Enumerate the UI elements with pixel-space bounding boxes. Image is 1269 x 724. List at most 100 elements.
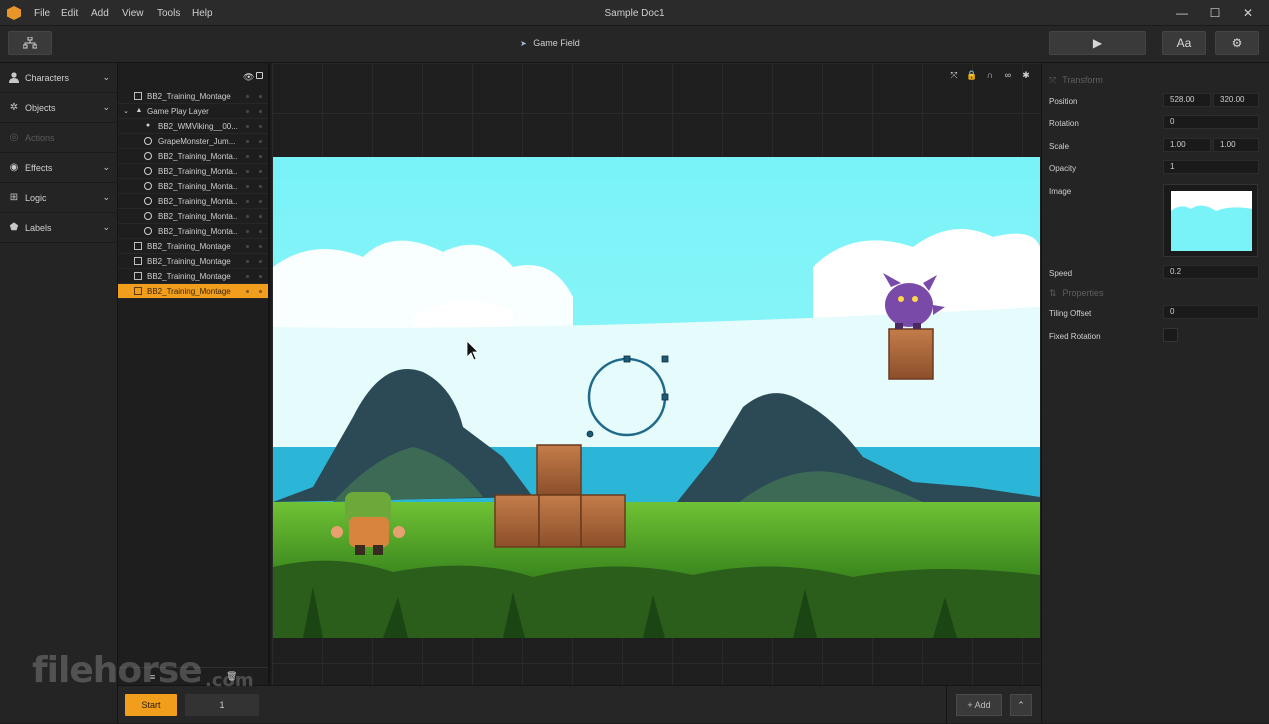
visibility-dot[interactable]	[246, 155, 249, 158]
visibility-dot[interactable]	[246, 245, 249, 248]
lock-dot[interactable]	[259, 200, 262, 203]
layer-row[interactable]: GrapeMonster_Jum...	[118, 134, 268, 149]
image-preview[interactable]	[1163, 184, 1258, 257]
logic-icon: ⊞	[9, 192, 19, 203]
title-bar: File Edit Add View Tools Help Sample Doc…	[0, 0, 1269, 26]
layer-row[interactable]: ● BB2_WMViking__00...	[118, 119, 268, 134]
rotation-field[interactable]: 0	[1163, 115, 1259, 129]
layer-row[interactable]: BB2_Training_Montage...	[118, 269, 268, 284]
lock-dot[interactable]	[259, 230, 262, 233]
tiling-offset-label: Tiling Offset	[1049, 309, 1092, 318]
visibility-dot[interactable]	[246, 275, 249, 278]
category-label: Labels	[25, 223, 52, 233]
visibility-dot[interactable]	[246, 110, 249, 113]
properties-section-header[interactable]: ⇅ Properties	[1049, 288, 1104, 299]
visibility-dot[interactable]	[246, 170, 249, 173]
opacity-field[interactable]: 1	[1163, 160, 1259, 174]
visibility-dot[interactable]	[246, 185, 249, 188]
bug-icon[interactable]: ✱	[1020, 69, 1032, 81]
link-icon[interactable]: ∞	[1002, 69, 1014, 81]
layer-row[interactable]: BB2_Training_Monta...	[118, 224, 268, 239]
fixed-rotation-checkbox[interactable]	[1163, 328, 1178, 342]
magnet-icon[interactable]: ∩	[984, 69, 996, 81]
layer-row-group[interactable]: ⌄ ▲ Game Play Layer	[118, 104, 268, 119]
lock-dot[interactable]	[259, 125, 262, 128]
layer-row[interactable]: BB2_Training_Monta...	[118, 149, 268, 164]
layer-row[interactable]: BB2_Training_Monta...	[118, 194, 268, 209]
settings-button[interactable]: ⚙	[1215, 31, 1259, 55]
tiling-offset-field[interactable]: 0	[1163, 305, 1259, 319]
category-logic[interactable]: ⊞ Logic ⌄	[0, 183, 118, 213]
game-field-view[interactable]	[273, 157, 1040, 638]
visibility-dot[interactable]	[246, 125, 249, 128]
layer-row[interactable]: BB2_Training_Monta...	[118, 209, 268, 224]
expand-up-button[interactable]: ⌃	[1010, 694, 1032, 716]
frame-field[interactable]: 1	[185, 694, 259, 716]
layer-row[interactable]: BB2_Training_Montage...	[118, 89, 268, 104]
scale-y-field[interactable]: 1.00	[1213, 138, 1259, 152]
lock-dot[interactable]	[259, 140, 262, 143]
position-x-field[interactable]: 528.00	[1163, 93, 1211, 107]
image-label: Image	[1049, 187, 1072, 196]
scene-canvas[interactable]: ⤧ 🔒 ∩ ∞ ✱	[272, 63, 1041, 685]
visibility-dot[interactable]	[246, 260, 249, 263]
text-button[interactable]: Aa	[1162, 31, 1206, 55]
maximize-button[interactable]: ☐	[1205, 4, 1225, 22]
position-y-field[interactable]: 320.00	[1213, 93, 1259, 107]
close-button[interactable]: ✕	[1238, 4, 1258, 22]
layer-row-selected[interactable]: BB2_Training_Montage...	[118, 284, 268, 299]
lock-dot[interactable]	[259, 155, 262, 158]
layer-stack-icon: ▲	[135, 107, 143, 114]
timeline-bar: Start 1 + Add ⌃	[118, 685, 1041, 724]
hierarchy-button[interactable]	[8, 31, 52, 55]
layer-row[interactable]: BB2_Training_Monta...	[118, 179, 268, 194]
lock-icon[interactable]: 🔒	[966, 69, 978, 81]
object-icon	[144, 197, 152, 205]
lock-icon[interactable]	[256, 72, 263, 79]
visibility-dot[interactable]	[246, 215, 249, 218]
chevron-down-icon: ⌄	[102, 102, 110, 112]
add-button[interactable]: + Add	[956, 694, 1002, 716]
lock-dot[interactable]	[259, 170, 262, 173]
transform-icon: ⤧	[1049, 75, 1057, 85]
transform-section-header[interactable]: ⤧ Transform	[1049, 75, 1103, 86]
lock-dot[interactable]	[259, 185, 262, 188]
chevron-down-icon[interactable]: ⌄	[121, 107, 131, 116]
tag-icon: ⬟	[9, 222, 19, 233]
visibility-eye-icon[interactable]: 👁	[243, 72, 254, 83]
rotation-label: Rotation	[1049, 119, 1079, 128]
start-button[interactable]: Start	[125, 694, 177, 716]
play-button[interactable]: ▶	[1049, 31, 1146, 55]
visibility-dot[interactable]	[246, 200, 249, 203]
speed-field[interactable]: 0.2	[1163, 265, 1259, 279]
category-effects[interactable]: ◉ Effects ⌄	[0, 153, 118, 183]
speed-label: Speed	[1049, 269, 1073, 278]
layer-row[interactable]: BB2_Training_Montage...	[118, 254, 268, 269]
fit-icon[interactable]: ⤧	[948, 69, 960, 81]
object-icon	[144, 212, 152, 220]
chevron-down-icon: ⌄	[102, 222, 110, 232]
category-characters[interactable]: Characters ⌄	[0, 63, 118, 93]
scale-x-field[interactable]: 1.00	[1163, 138, 1211, 152]
object-icon	[144, 137, 152, 145]
lock-dot[interactable]	[259, 275, 262, 278]
image-icon	[134, 287, 142, 295]
image-icon	[134, 272, 142, 280]
document-title: Sample Doc1	[604, 8, 665, 19]
visibility-dot[interactable]	[246, 140, 249, 143]
layer-row[interactable]: BB2_Training_Montage...	[118, 239, 268, 254]
lock-dot[interactable]	[259, 245, 262, 248]
category-labels[interactable]: ⬟ Labels ⌄	[0, 213, 118, 243]
lock-dot[interactable]	[259, 260, 262, 263]
category-objects[interactable]: ✲ Objects ⌄	[0, 93, 118, 123]
lock-dot[interactable]	[259, 110, 262, 113]
layer-row[interactable]: BB2_Training_Monta...	[118, 164, 268, 179]
lock-dot[interactable]	[259, 290, 262, 293]
visibility-dot[interactable]	[246, 95, 249, 98]
lock-dot[interactable]	[259, 215, 262, 218]
visibility-dot[interactable]	[246, 290, 249, 293]
visibility-dot[interactable]	[246, 230, 249, 233]
minimize-button[interactable]: —	[1172, 4, 1192, 22]
lock-dot[interactable]	[259, 95, 262, 98]
divider	[946, 686, 947, 724]
